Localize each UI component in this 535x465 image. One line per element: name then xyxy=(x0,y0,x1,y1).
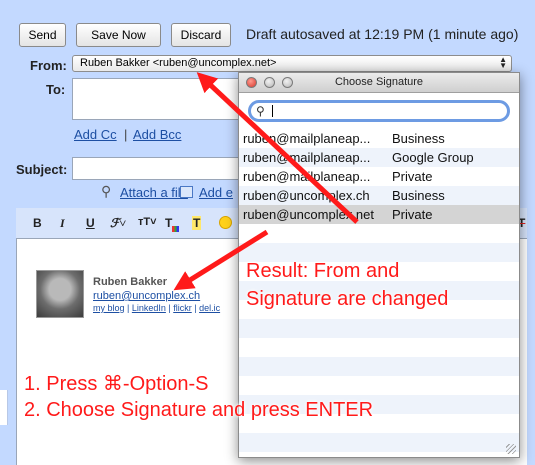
result-annotation-line2: Signature are changed xyxy=(246,288,449,310)
step1-annotation: 1. Press ⌘-Option-S xyxy=(24,373,209,395)
arrow-to-from-field xyxy=(196,72,359,224)
result-annotation-line1: Result: From and xyxy=(246,260,400,282)
step2-annotation: 2. Choose Signature and press ENTER xyxy=(24,399,374,421)
